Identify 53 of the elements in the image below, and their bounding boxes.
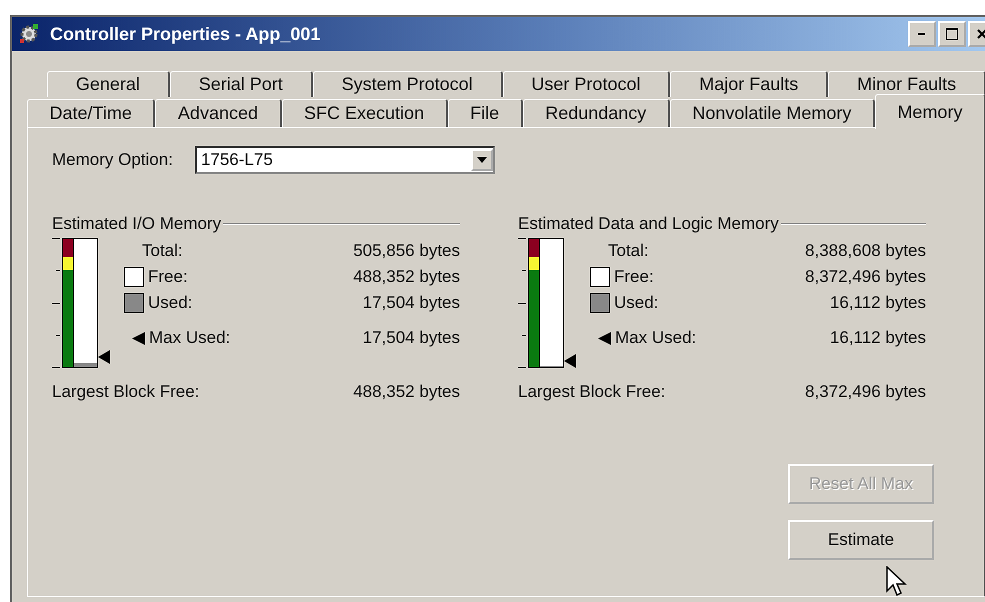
tab[interactable]: Date/Time [27, 99, 156, 127]
group-title: Estimated Data and Logic Memory [518, 214, 779, 234]
tab[interactable]: Memory [874, 94, 985, 129]
memory-label: Largest Block Free: [518, 382, 666, 402]
memory-option-dropdown[interactable]: 1756-L75 [194, 146, 495, 174]
window-title: Controller Properties - App_001 [50, 24, 322, 44]
memory-label: Max Used: [149, 328, 230, 348]
free-swatch-icon [590, 267, 610, 287]
tab[interactable]: System Protocol [312, 71, 503, 97]
memory-label: Total: [608, 241, 649, 261]
free-swatch-icon [124, 267, 144, 287]
memory-label: Largest Block Free: [52, 382, 200, 402]
dropdown-value: 1756-L75 [200, 150, 273, 170]
used-swatch-icon [590, 293, 610, 313]
memory-value: 488,352 bytes [353, 382, 460, 402]
group-title: Estimated I/O Memory [52, 214, 222, 234]
memory-label: Max Used: [615, 328, 696, 348]
minimize-icon [917, 32, 927, 36]
memory-label: Free: [614, 267, 654, 287]
tab[interactable]: File [448, 99, 523, 127]
tab[interactable]: General [47, 71, 170, 97]
close-icon [976, 28, 985, 40]
gear-icon [18, 23, 40, 45]
tab[interactable]: Minor Faults [828, 71, 985, 97]
field-label: Memory Option: [52, 150, 173, 170]
tab[interactable]: Major Faults [670, 71, 828, 97]
memory-label: Used: [148, 293, 192, 313]
tab[interactable]: SFC Execution [282, 99, 448, 127]
tab[interactable]: Serial Port [170, 71, 313, 97]
tab[interactable]: User Protocol [502, 71, 670, 97]
triangle-icon [598, 332, 611, 344]
tab[interactable]: Redundancy [522, 99, 670, 127]
memory-value: 505,856 bytes [353, 241, 460, 261]
maximize-icon [945, 27, 959, 41]
memory-label: Total: [142, 241, 183, 261]
memory-label: Used: [614, 293, 658, 313]
memory-value: 8,372,496 bytes [805, 382, 926, 402]
memory-value: 16,112 bytes [830, 293, 926, 313]
memory-value: 8,388,608 bytes [805, 241, 926, 261]
tab[interactable]: Advanced [155, 99, 282, 127]
memory-value: 8,372,496 bytes [805, 267, 926, 287]
memory-value: 488,352 bytes [353, 267, 460, 287]
memory-value: 16,112 bytes [830, 328, 926, 348]
memory-value: 17,504 bytes [362, 293, 460, 313]
tab[interactable]: Nonvolatile Memory [670, 99, 875, 127]
maximize-button[interactable] [938, 21, 966, 47]
dropdown-arrow-button[interactable] [470, 149, 493, 171]
caret-icon [476, 157, 487, 163]
used-swatch-icon [124, 293, 144, 313]
action-button[interactable]: Estimate [788, 520, 934, 560]
memory-label: Free: [148, 267, 188, 287]
memory-value: 17,504 bytes [362, 328, 460, 348]
triangle-icon [132, 332, 145, 344]
